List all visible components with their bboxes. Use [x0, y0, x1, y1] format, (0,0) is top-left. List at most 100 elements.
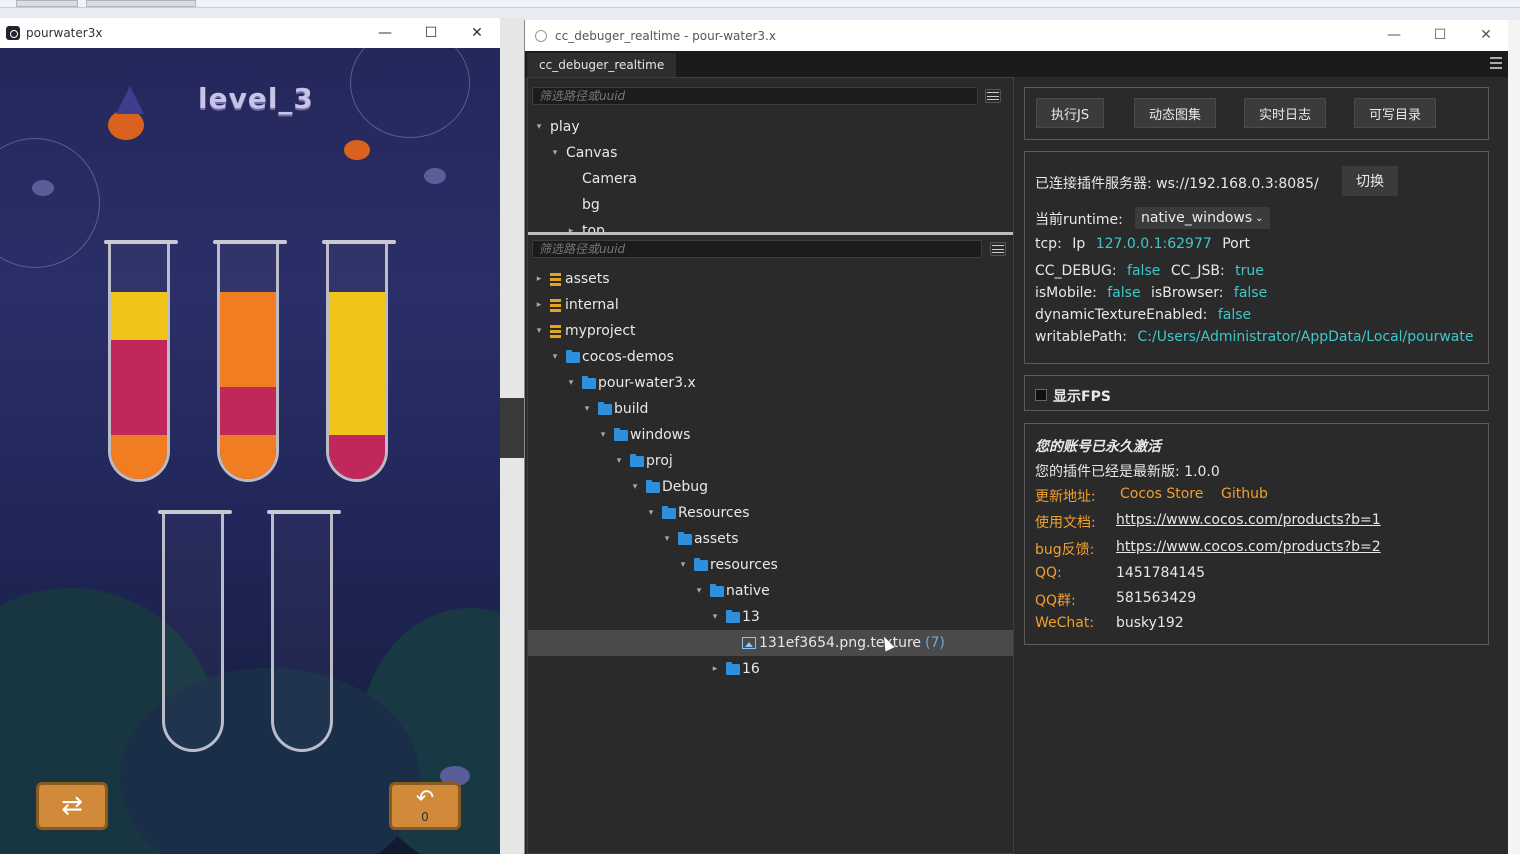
writable-value[interactable]: C:/Users/Administrator/AppData/Local/pou…: [1137, 329, 1473, 345]
chevron-down-icon[interactable]: ▾: [534, 122, 544, 132]
chevron-down-icon[interactable]: ▾: [582, 404, 592, 414]
liquid-layer: [111, 435, 167, 479]
database-icon: [550, 298, 561, 312]
chevron-down-icon[interactable]: ▾: [694, 586, 704, 596]
pumpkin-icon: [108, 110, 144, 140]
tree-row[interactable]: bg: [528, 192, 1013, 218]
maximize-button[interactable]: ☐: [408, 18, 454, 48]
runtime-select[interactable]: native_windows ⌄: [1135, 207, 1270, 229]
tree-row[interactable]: ▾ proj: [528, 448, 1013, 474]
tree-row[interactable]: ▾ pour-water3.x: [528, 370, 1013, 396]
chevron-down-icon[interactable]: ▾: [678, 560, 688, 570]
undo-button[interactable]: ↶ 0: [389, 782, 461, 830]
minimize-button[interactable]: —: [362, 18, 408, 48]
pane-divider[interactable]: [528, 232, 1013, 235]
tube[interactable]: [108, 244, 170, 482]
cc-jsb-value: true: [1235, 263, 1264, 279]
tree-row[interactable]: Camera: [528, 166, 1013, 192]
undo-count: 0: [421, 810, 429, 824]
tree-row[interactable]: ▾ Resources: [528, 500, 1013, 526]
flags-line-1: CC_DEBUG: false CC_JSB: true: [1035, 263, 1264, 279]
chevron-down-icon[interactable]: ▾: [614, 456, 624, 466]
chevron-down-icon[interactable]: ▾: [598, 430, 608, 440]
tree-row[interactable]: ▾ myproject: [528, 318, 1013, 344]
tree-label: Camera: [582, 171, 637, 187]
github-link[interactable]: Github: [1221, 486, 1268, 502]
chevron-down-icon[interactable]: ▾: [534, 326, 544, 336]
tree-row[interactable]: ▸ 16: [528, 656, 1013, 682]
tree-label: Canvas: [566, 145, 618, 161]
chevron-right-icon[interactable]: ▸: [534, 274, 544, 284]
level-title: level_3: [198, 82, 314, 115]
folder-icon: [646, 479, 660, 493]
exec-js-button[interactable]: 执行JS: [1036, 98, 1105, 128]
tree-label: 16: [742, 661, 760, 677]
liquid-layer: [220, 292, 276, 387]
list-icon[interactable]: [985, 89, 1001, 103]
bug-label: bug反馈:: [1035, 542, 1095, 558]
folder-icon: [614, 427, 628, 441]
node-filter-input[interactable]: 筛选路径或uuid: [532, 87, 978, 105]
tree-row[interactable]: ▾ Debug: [528, 474, 1013, 500]
menu-icon[interactable]: [1490, 57, 1502, 69]
chevron-down-icon[interactable]: ▾: [646, 508, 656, 518]
chevron-right-icon[interactable]: ▸: [710, 664, 720, 674]
flags-line-3: dynamicTextureEnabled: false: [1035, 307, 1251, 323]
tree-row[interactable]: ▾ 13: [528, 604, 1013, 630]
spider-web: [350, 48, 470, 138]
docs-link[interactable]: https://www.cocos.com/products?b=1: [1116, 512, 1381, 528]
asset-filter-input[interactable]: 筛选路径或uuid: [532, 240, 982, 258]
tree-row[interactable]: ▸ top: [528, 218, 1013, 233]
game-canvas[interactable]: level_3 ⇄ ↶ 0: [0, 48, 500, 854]
tube[interactable]: [326, 244, 388, 482]
tree-row[interactable]: 131ef3654.png.texture (7): [528, 630, 1013, 656]
restart-button[interactable]: ⇄: [36, 782, 108, 830]
pumpkin-icon: [344, 140, 370, 160]
folder-icon: [678, 531, 692, 545]
tree-row[interactable]: ▾ Canvas: [528, 140, 1013, 166]
node-tree: ▾ play ▾ Canvas Camera bg ▸ top: [528, 111, 1013, 233]
cocos-store-link[interactable]: Cocos Store: [1120, 486, 1203, 502]
dynamic-atlas-button[interactable]: 动态图集: [1134, 98, 1217, 128]
tube[interactable]: [271, 514, 333, 752]
close-button[interactable]: ✕: [454, 18, 500, 48]
connection-box: 已连接插件服务器: ws://192.168.0.3:8085/ 切换 当前ru…: [1024, 151, 1489, 364]
app-icon: [6, 26, 20, 40]
realtime-log-button[interactable]: 实时日志: [1244, 98, 1327, 128]
ip-label: Ip: [1072, 236, 1086, 252]
chevron-down-icon[interactable]: ▾: [710, 612, 720, 622]
tree-row[interactable]: ▾ build: [528, 396, 1013, 422]
tube[interactable]: [217, 244, 279, 482]
chevron-down-icon: ⌄: [1255, 212, 1264, 224]
version-value: 1.0.0: [1184, 464, 1220, 480]
close-button[interactable]: ✕: [1463, 20, 1509, 50]
tree-row[interactable]: ▾ cocos-demos: [528, 344, 1013, 370]
tree-row[interactable]: ▾ windows: [528, 422, 1013, 448]
minimize-button[interactable]: —: [1371, 20, 1417, 50]
fps-checkbox[interactable]: [1035, 389, 1047, 401]
tree-label: assets: [565, 271, 610, 287]
tube[interactable]: [162, 514, 224, 752]
list-icon[interactable]: [990, 242, 1006, 256]
tree-row[interactable]: ▾ assets: [528, 526, 1013, 552]
tree-row[interactable]: ▾ native: [528, 578, 1013, 604]
chevron-down-icon[interactable]: ▾: [630, 482, 640, 492]
tree-row[interactable]: ▸ internal: [528, 292, 1013, 318]
bug-link[interactable]: https://www.cocos.com/products?b=2: [1116, 539, 1381, 555]
liquid-layer: [220, 435, 276, 479]
activated-text: 您的账号已永久激活: [1035, 439, 1161, 455]
chevron-right-icon[interactable]: ▸: [534, 300, 544, 310]
tree-row[interactable]: ▸ assets: [528, 266, 1013, 292]
maximize-button[interactable]: ☐: [1417, 20, 1463, 50]
chevron-down-icon[interactable]: ▾: [550, 148, 560, 158]
tree-row[interactable]: ▾ resources: [528, 552, 1013, 578]
chevron-down-icon[interactable]: ▾: [550, 352, 560, 362]
tab-debugger[interactable]: cc_debuger_realtime: [527, 53, 677, 77]
chevron-down-icon[interactable]: ▾: [662, 534, 672, 544]
chevron-down-icon[interactable]: ▾: [566, 378, 576, 388]
switch-button[interactable]: 切换: [1342, 166, 1398, 196]
runtime-label: 当前runtime:: [1035, 212, 1123, 228]
tree-row[interactable]: ▾ play: [528, 114, 1013, 140]
writable-dir-button[interactable]: 可写目录: [1354, 98, 1437, 128]
tree-label: resources: [710, 557, 778, 573]
